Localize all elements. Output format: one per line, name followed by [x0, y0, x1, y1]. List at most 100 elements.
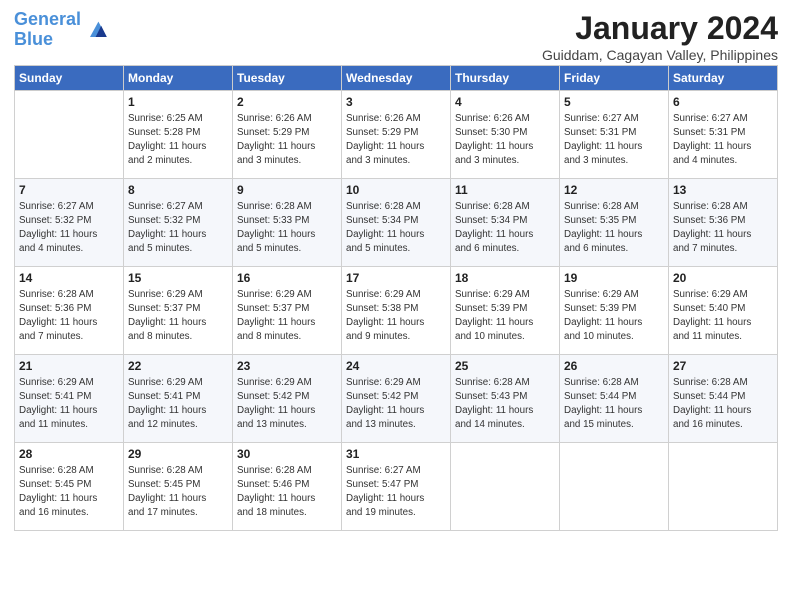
day-info: Sunrise: 6:29 AM Sunset: 5:40 PM Dayligh…: [673, 288, 773, 344]
calendar-cell: 3Sunrise: 6:26 AM Sunset: 5:29 PM Daylig…: [342, 91, 451, 179]
day-info: Sunrise: 6:29 AM Sunset: 5:42 PM Dayligh…: [237, 376, 337, 432]
day-number: 30: [237, 446, 337, 463]
day-number: 4: [455, 94, 555, 111]
day-info: Sunrise: 6:27 AM Sunset: 5:32 PM Dayligh…: [19, 200, 119, 256]
calendar-cell: 5Sunrise: 6:27 AM Sunset: 5:31 PM Daylig…: [560, 91, 669, 179]
day-number: 11: [455, 182, 555, 199]
calendar-cell: 19Sunrise: 6:29 AM Sunset: 5:39 PM Dayli…: [560, 267, 669, 355]
day-number: 5: [564, 94, 664, 111]
col-header-friday: Friday: [560, 66, 669, 91]
day-info: Sunrise: 6:29 AM Sunset: 5:38 PM Dayligh…: [346, 288, 446, 344]
day-info: Sunrise: 6:27 AM Sunset: 5:31 PM Dayligh…: [564, 112, 664, 168]
calendar-cell: [451, 443, 560, 531]
day-info: Sunrise: 6:28 AM Sunset: 5:33 PM Dayligh…: [237, 200, 337, 256]
day-info: Sunrise: 6:29 AM Sunset: 5:37 PM Dayligh…: [237, 288, 337, 344]
calendar-cell: 26Sunrise: 6:28 AM Sunset: 5:44 PM Dayli…: [560, 355, 669, 443]
day-info: Sunrise: 6:28 AM Sunset: 5:34 PM Dayligh…: [455, 200, 555, 256]
day-number: 9: [237, 182, 337, 199]
calendar-week-4: 28Sunrise: 6:28 AM Sunset: 5:45 PM Dayli…: [15, 443, 778, 531]
calendar-cell: 7Sunrise: 6:27 AM Sunset: 5:32 PM Daylig…: [15, 179, 124, 267]
calendar-cell: 29Sunrise: 6:28 AM Sunset: 5:45 PM Dayli…: [124, 443, 233, 531]
header: GeneralBlue January 2024 Guiddam, Cagaya…: [14, 10, 778, 63]
calendar-table: SundayMondayTuesdayWednesdayThursdayFrid…: [14, 65, 778, 531]
day-info: Sunrise: 6:26 AM Sunset: 5:30 PM Dayligh…: [455, 112, 555, 168]
calendar-cell: 2Sunrise: 6:26 AM Sunset: 5:29 PM Daylig…: [233, 91, 342, 179]
day-number: 1: [128, 94, 228, 111]
subtitle: Guiddam, Cagayan Valley, Philippines: [542, 47, 778, 63]
month-title: January 2024: [542, 10, 778, 47]
calendar-cell: [560, 443, 669, 531]
day-info: Sunrise: 6:28 AM Sunset: 5:44 PM Dayligh…: [673, 376, 773, 432]
logo-icon: [83, 16, 111, 44]
calendar-cell: 8Sunrise: 6:27 AM Sunset: 5:32 PM Daylig…: [124, 179, 233, 267]
col-header-saturday: Saturday: [669, 66, 778, 91]
day-info: Sunrise: 6:27 AM Sunset: 5:31 PM Dayligh…: [673, 112, 773, 168]
day-number: 22: [128, 358, 228, 375]
day-number: 27: [673, 358, 773, 375]
day-info: Sunrise: 6:25 AM Sunset: 5:28 PM Dayligh…: [128, 112, 228, 168]
day-number: 21: [19, 358, 119, 375]
day-info: Sunrise: 6:29 AM Sunset: 5:42 PM Dayligh…: [346, 376, 446, 432]
day-number: 29: [128, 446, 228, 463]
calendar-cell: 31Sunrise: 6:27 AM Sunset: 5:47 PM Dayli…: [342, 443, 451, 531]
day-number: 24: [346, 358, 446, 375]
day-number: 17: [346, 270, 446, 287]
day-number: 18: [455, 270, 555, 287]
col-header-tuesday: Tuesday: [233, 66, 342, 91]
calendar-cell: 14Sunrise: 6:28 AM Sunset: 5:36 PM Dayli…: [15, 267, 124, 355]
calendar-cell: 1Sunrise: 6:25 AM Sunset: 5:28 PM Daylig…: [124, 91, 233, 179]
calendar-cell: 30Sunrise: 6:28 AM Sunset: 5:46 PM Dayli…: [233, 443, 342, 531]
day-number: 6: [673, 94, 773, 111]
calendar-header-row: SundayMondayTuesdayWednesdayThursdayFrid…: [15, 66, 778, 91]
day-number: 23: [237, 358, 337, 375]
calendar-cell: 21Sunrise: 6:29 AM Sunset: 5:41 PM Dayli…: [15, 355, 124, 443]
day-info: Sunrise: 6:28 AM Sunset: 5:44 PM Dayligh…: [564, 376, 664, 432]
col-header-thursday: Thursday: [451, 66, 560, 91]
col-header-sunday: Sunday: [15, 66, 124, 91]
day-number: 31: [346, 446, 446, 463]
calendar-cell: 11Sunrise: 6:28 AM Sunset: 5:34 PM Dayli…: [451, 179, 560, 267]
day-number: 10: [346, 182, 446, 199]
day-number: 15: [128, 270, 228, 287]
calendar-cell: 28Sunrise: 6:28 AM Sunset: 5:45 PM Dayli…: [15, 443, 124, 531]
day-info: Sunrise: 6:26 AM Sunset: 5:29 PM Dayligh…: [237, 112, 337, 168]
day-number: 26: [564, 358, 664, 375]
day-number: 28: [19, 446, 119, 463]
calendar-cell: 12Sunrise: 6:28 AM Sunset: 5:35 PM Dayli…: [560, 179, 669, 267]
calendar-cell: 22Sunrise: 6:29 AM Sunset: 5:41 PM Dayli…: [124, 355, 233, 443]
logo-text: GeneralBlue: [14, 10, 81, 50]
day-number: 2: [237, 94, 337, 111]
day-number: 13: [673, 182, 773, 199]
col-header-monday: Monday: [124, 66, 233, 91]
day-number: 25: [455, 358, 555, 375]
day-number: 7: [19, 182, 119, 199]
calendar-cell: 13Sunrise: 6:28 AM Sunset: 5:36 PM Dayli…: [669, 179, 778, 267]
logo: GeneralBlue: [14, 10, 111, 50]
day-info: Sunrise: 6:28 AM Sunset: 5:43 PM Dayligh…: [455, 376, 555, 432]
day-info: Sunrise: 6:27 AM Sunset: 5:32 PM Dayligh…: [128, 200, 228, 256]
col-header-wednesday: Wednesday: [342, 66, 451, 91]
calendar-cell: 15Sunrise: 6:29 AM Sunset: 5:37 PM Dayli…: [124, 267, 233, 355]
day-info: Sunrise: 6:28 AM Sunset: 5:45 PM Dayligh…: [19, 464, 119, 520]
calendar-cell: [15, 91, 124, 179]
day-info: Sunrise: 6:29 AM Sunset: 5:37 PM Dayligh…: [128, 288, 228, 344]
day-info: Sunrise: 6:26 AM Sunset: 5:29 PM Dayligh…: [346, 112, 446, 168]
calendar-cell: 6Sunrise: 6:27 AM Sunset: 5:31 PM Daylig…: [669, 91, 778, 179]
calendar-cell: 18Sunrise: 6:29 AM Sunset: 5:39 PM Dayli…: [451, 267, 560, 355]
day-info: Sunrise: 6:28 AM Sunset: 5:36 PM Dayligh…: [673, 200, 773, 256]
calendar-cell: 20Sunrise: 6:29 AM Sunset: 5:40 PM Dayli…: [669, 267, 778, 355]
calendar-week-2: 14Sunrise: 6:28 AM Sunset: 5:36 PM Dayli…: [15, 267, 778, 355]
day-info: Sunrise: 6:28 AM Sunset: 5:36 PM Dayligh…: [19, 288, 119, 344]
day-info: Sunrise: 6:27 AM Sunset: 5:47 PM Dayligh…: [346, 464, 446, 520]
day-info: Sunrise: 6:28 AM Sunset: 5:34 PM Dayligh…: [346, 200, 446, 256]
title-block: January 2024 Guiddam, Cagayan Valley, Ph…: [542, 10, 778, 63]
calendar-cell: 25Sunrise: 6:28 AM Sunset: 5:43 PM Dayli…: [451, 355, 560, 443]
calendar-cell: 27Sunrise: 6:28 AM Sunset: 5:44 PM Dayli…: [669, 355, 778, 443]
day-number: 12: [564, 182, 664, 199]
page-container: GeneralBlue January 2024 Guiddam, Cagaya…: [0, 0, 792, 539]
day-number: 8: [128, 182, 228, 199]
day-info: Sunrise: 6:29 AM Sunset: 5:41 PM Dayligh…: [19, 376, 119, 432]
calendar-cell: 9Sunrise: 6:28 AM Sunset: 5:33 PM Daylig…: [233, 179, 342, 267]
day-info: Sunrise: 6:29 AM Sunset: 5:41 PM Dayligh…: [128, 376, 228, 432]
day-info: Sunrise: 6:28 AM Sunset: 5:46 PM Dayligh…: [237, 464, 337, 520]
